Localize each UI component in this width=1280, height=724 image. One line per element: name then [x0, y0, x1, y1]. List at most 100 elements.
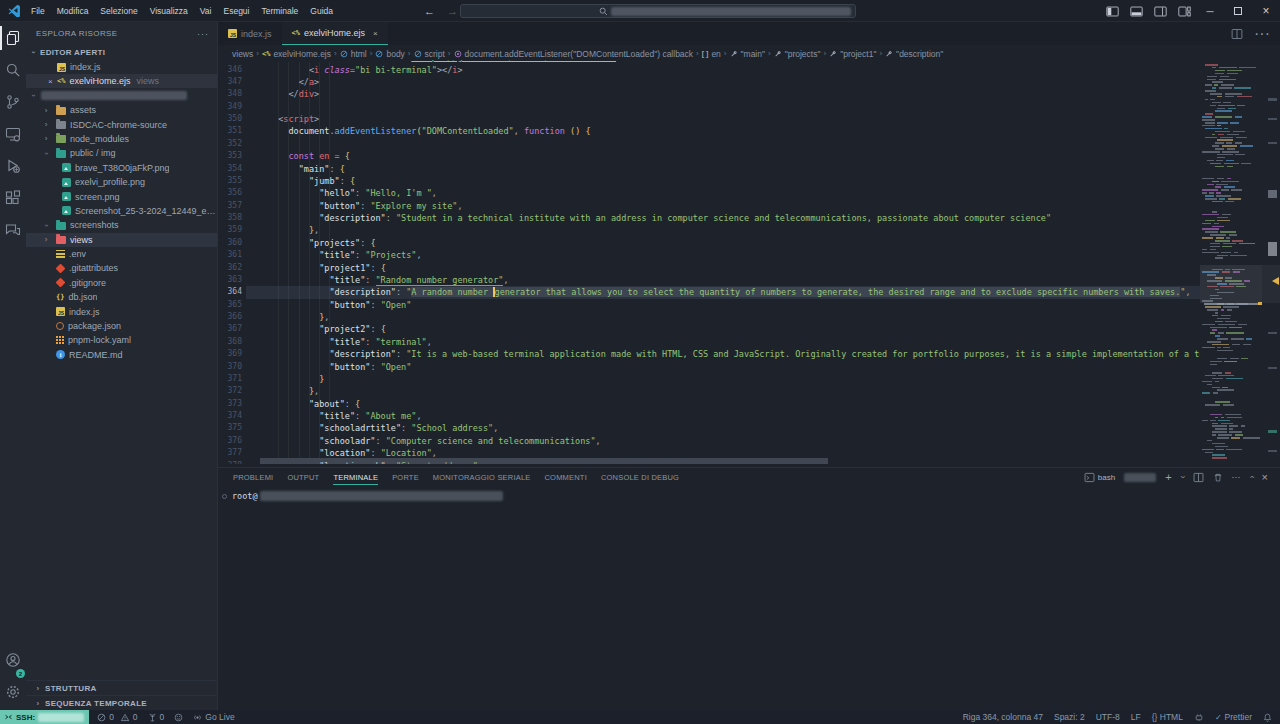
code-line-360[interactable]: 360 "projects": { — [218, 237, 1200, 249]
menu-vai[interactable]: Vai — [194, 4, 218, 18]
code-line-364[interactable]: 364 "description": "A random number gene… — [218, 286, 1200, 298]
customize-layout-icon[interactable] — [1172, 5, 1196, 18]
code-line-365[interactable]: 365 "button": "Open" — [218, 299, 1200, 311]
explorer-icon[interactable] — [0, 22, 26, 54]
breadcrumb-item[interactable]: "project1" — [829, 49, 876, 59]
tree-item-brave-t38o0jafkp-png[interactable]: brave_T38O0jaFkP.png — [26, 161, 217, 175]
code-line-370[interactable]: 370 "button": "Open" — [218, 361, 1200, 373]
breadcrumb-item[interactable]: body — [375, 49, 404, 59]
code-line-352[interactable]: 352 — [218, 138, 1200, 150]
code-line-359[interactable]: 359 }, — [218, 224, 1200, 236]
code-line-376[interactable]: 376 "schooladr": "Computer science and t… — [218, 435, 1200, 447]
terminal-prompt[interactable]: root@ — [232, 491, 258, 501]
tree-item-package-json[interactable]: package.json — [26, 319, 217, 333]
menu-esegui[interactable]: Esegui — [217, 4, 255, 18]
open-editor-exelviHome.ejs[interactable]: ×<%exelviHome.ejsviews — [26, 74, 217, 88]
open-editor-index.js[interactable]: JSindex.js — [26, 60, 217, 74]
tree-item--gitignore[interactable]: .gitignore — [26, 276, 217, 290]
panel-tab-console-di-debug[interactable]: CONSOLE DI DEBUG — [594, 468, 686, 486]
code-line-369[interactable]: 369 "description": "It is a web-based te… — [218, 348, 1200, 360]
minimap-slider[interactable] — [1200, 265, 1262, 303]
code-line-356[interactable]: 356 "hello": "Hello, I'm ", — [218, 187, 1200, 199]
ports-status[interactable]: 0 — [148, 712, 165, 722]
tab-exelviHome.ejs[interactable]: <%exelviHome.ejs× — [282, 22, 388, 45]
panel-more-actions-icon[interactable]: ··· — [1232, 472, 1241, 482]
code-line-372[interactable]: 372 }, — [218, 385, 1200, 397]
terminal-shell-label[interactable]: bash — [1098, 473, 1115, 482]
breadcrumb-item[interactable]: views — [232, 49, 253, 59]
tree-item-readme-md[interactable]: iREADME.md — [26, 348, 217, 362]
tree-item-isdcac-chrome-source[interactable]: ›ISDCAC-chrome-source — [26, 117, 217, 131]
toggle-panel-icon[interactable] — [1124, 5, 1148, 18]
notifications-bell-icon[interactable] — [1263, 713, 1272, 722]
editor-more-actions-icon[interactable]: ··· — [1254, 25, 1270, 43]
go-live-button[interactable]: Go Live — [193, 712, 234, 722]
comments-icon[interactable] — [0, 214, 26, 246]
menu-terminale[interactable]: Terminale — [255, 4, 304, 18]
code-line-368[interactable]: 368 "title": "terminal", — [218, 336, 1200, 348]
tree-item-node-modules[interactable]: ›node_modules — [26, 132, 217, 146]
tree-item-exelvi-profile-png[interactable]: exelvi_profile.png — [26, 175, 217, 189]
panel-tab-commenti[interactable]: COMMENTI — [538, 468, 594, 486]
minimap[interactable] — [1200, 62, 1262, 464]
code-line-347[interactable]: 347 </a> — [218, 76, 1200, 88]
code-line-350[interactable]: 350 <script> — [218, 113, 1200, 125]
source-control-icon[interactable] — [0, 86, 26, 118]
close-editor-icon[interactable]: × — [48, 77, 53, 86]
panel-tab-terminale[interactable]: TERMINALE — [326, 468, 385, 486]
split-editor-icon[interactable] — [1231, 28, 1243, 40]
tree-item-screenshots[interactable]: ›screenshots — [26, 218, 217, 232]
nav-back-icon[interactable]: ← — [424, 5, 435, 17]
menu-guida[interactable]: Guida — [304, 4, 339, 18]
status--html[interactable]: {} HTML — [1152, 712, 1183, 722]
breadcrumb-item[interactable]: script — [414, 49, 445, 59]
remote-explorer-icon[interactable] — [0, 118, 26, 150]
panel-tab-problemi[interactable]: PROBLEMI — [226, 468, 280, 486]
tree-item-public-img[interactable]: ›public / img — [26, 146, 217, 160]
open-editors-header[interactable]: ›EDITOR APERTI — [26, 45, 217, 60]
tree-item-pnpm-lock-yaml[interactable]: pnpm-lock.yaml — [26, 333, 217, 347]
code-line-355[interactable]: 355 "jumb": { — [218, 175, 1200, 187]
outline-section-header[interactable]: ›STRUTTURA — [26, 680, 217, 695]
code-editor[interactable]: <a class="btn" href="https://github.com/… — [218, 60, 1200, 464]
horizontal-scrollbar[interactable] — [260, 458, 828, 464]
split-terminal-icon[interactable] — [1193, 472, 1204, 483]
code-line-375[interactable]: 375 "schooladrtitle": "School address", — [218, 422, 1200, 434]
breadcrumb-item[interactable]: document.addEventListener("DOMContentLoa… — [454, 49, 694, 59]
menu-modifica[interactable]: Modifica — [51, 4, 95, 18]
search-sidebar-icon[interactable] — [0, 54, 26, 86]
window-minimize-button[interactable]: ─ — [1196, 0, 1224, 22]
code-line-366[interactable]: 366 }, — [218, 311, 1200, 323]
command-search-box[interactable] — [460, 4, 856, 18]
ports-plug-icon[interactable] — [1194, 713, 1204, 722]
tab-index.js[interactable]: JSindex.js — [218, 22, 282, 45]
explorer-actions-icon[interactable]: ··· — [197, 29, 209, 39]
code-line-373[interactable]: 373 "about": { — [218, 398, 1200, 410]
problems-status[interactable]: 0 0 — [97, 712, 137, 722]
project-root-header[interactable]: › — [26, 88, 217, 103]
maximize-panel-icon[interactable]: › — [1246, 476, 1256, 479]
account-icon[interactable]: 2 — [0, 644, 26, 676]
window-close-button[interactable]: × — [1252, 0, 1280, 22]
code-line-358[interactable]: 358 "description": "Student in a technic… — [218, 212, 1200, 224]
panel-tab-monitoraggio-seriale[interactable]: MONITORAGGIO SERIALE — [426, 468, 538, 486]
formatter-status[interactable]: ✓Prettier — [1215, 712, 1252, 722]
breadcrumb-item[interactable]: html — [340, 49, 367, 59]
tree-item-screen-png[interactable]: screen.png — [26, 189, 217, 203]
panel-tab-porte[interactable]: PORTE — [385, 468, 426, 486]
code-line-367[interactable]: 367 "project2": { — [218, 323, 1200, 335]
run-debug-icon[interactable] — [0, 150, 26, 182]
code-line-374[interactable]: 374 "title": "About me", — [218, 410, 1200, 422]
breadcrumb-item[interactable]: "main" — [730, 49, 765, 59]
extensions-icon[interactable] — [0, 182, 26, 214]
panel-tab-output[interactable]: OUTPUT — [280, 468, 326, 486]
window-maximize-button[interactable] — [1224, 0, 1252, 22]
tree-item-screenshot-25-3-2024-12449-exelvi-[interactable]: Screenshot_25-3-2024_12449_exelvi... — [26, 204, 217, 218]
code-line-346[interactable]: 346 <i class="bi bi-terminal"></i> — [218, 64, 1200, 76]
timeline-section-header[interactable]: ›SEQUENZA TEMPORALE — [26, 695, 217, 710]
status-riga-364-colonna-47[interactable]: Riga 364, colonna 47 — [963, 712, 1043, 722]
code-line-357[interactable]: 357 "button": "Explore my site", — [218, 200, 1200, 212]
tree-item-views[interactable]: ›views — [26, 233, 217, 247]
toggle-secondary-sidebar-icon[interactable] — [1148, 5, 1172, 18]
code-line-349[interactable]: 349 — [218, 101, 1200, 113]
